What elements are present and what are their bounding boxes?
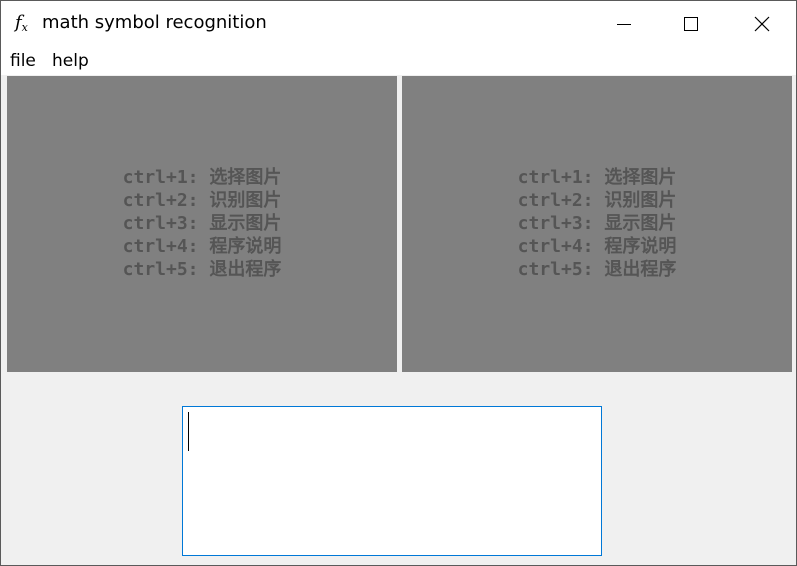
shortcut-line: ctrl+3: 显示图片 <box>122 213 282 234</box>
close-icon <box>754 16 770 31</box>
close-button[interactable] <box>739 1 785 46</box>
shortcut-line: ctrl+3: 显示图片 <box>517 213 677 234</box>
shortcut-line: ctrl+5: 退出程序 <box>517 259 677 280</box>
title-bar[interactable]: fx math symbol recognition <box>1 1 796 46</box>
shortcut-line: ctrl+2: 识别图片 <box>517 190 677 211</box>
shortcut-line: ctrl+1: 选择图片 <box>517 167 677 188</box>
text-caret <box>188 412 189 451</box>
shortcut-line: ctrl+5: 退出程序 <box>122 259 282 280</box>
shortcut-line: ctrl+1: 选择图片 <box>122 167 282 188</box>
minimize-button[interactable] <box>601 1 647 46</box>
image-panel-left: ctrl+1: 选择图片 ctrl+2: 识别图片 ctrl+3: 显示图片 c… <box>7 76 397 372</box>
app-window: fx math symbol recognition file help ctr… <box>0 0 797 566</box>
menu-help[interactable]: help <box>52 50 89 72</box>
fx-icon: fx <box>15 12 28 34</box>
result-textbox[interactable] <box>182 406 602 556</box>
image-panel-right: ctrl+1: 选择图片 ctrl+2: 识别图片 ctrl+3: 显示图片 c… <box>402 76 792 372</box>
shortcut-line: ctrl+4: 程序说明 <box>517 236 677 257</box>
window-title: math symbol recognition <box>42 12 267 33</box>
maximize-icon <box>684 16 698 31</box>
shortcut-line: ctrl+4: 程序说明 <box>122 236 282 257</box>
menu-file[interactable]: file <box>10 50 36 72</box>
shortcut-list: ctrl+1: 选择图片 ctrl+2: 识别图片 ctrl+3: 显示图片 c… <box>7 166 397 281</box>
shortcut-list: ctrl+1: 选择图片 ctrl+2: 识别图片 ctrl+3: 显示图片 c… <box>402 166 792 281</box>
menu-bar: file help <box>1 46 796 75</box>
maximize-button[interactable] <box>668 1 714 46</box>
shortcut-line: ctrl+2: 识别图片 <box>122 190 282 211</box>
minimize-icon <box>617 23 631 25</box>
